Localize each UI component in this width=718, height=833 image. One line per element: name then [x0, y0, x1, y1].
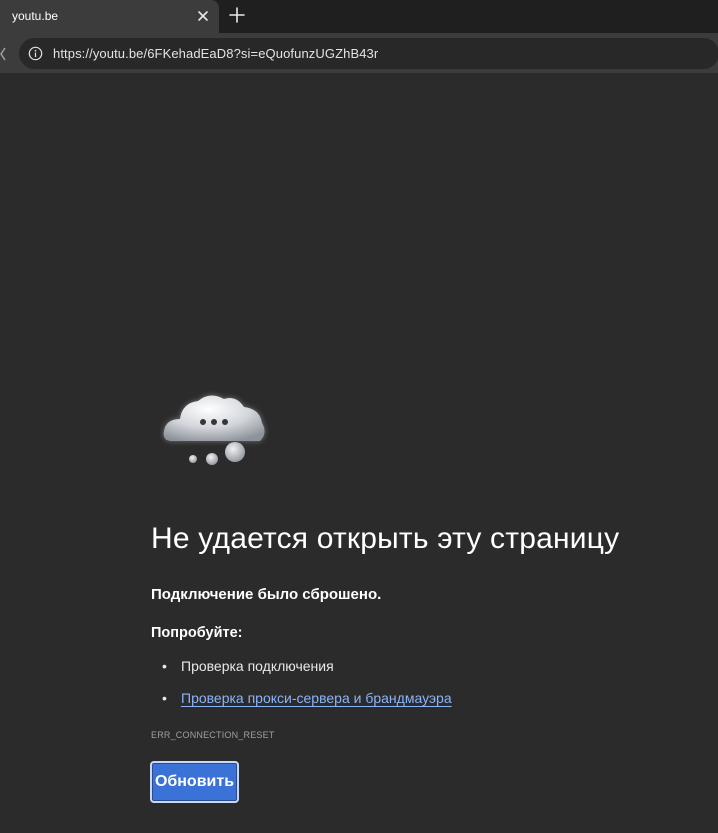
close-icon[interactable]: [196, 9, 210, 23]
error-subtitle: Подключение было сброшено.: [151, 586, 382, 603]
new-tab-plus-icon[interactable]: [227, 5, 247, 25]
suggestion-check-connection: • Проверка подключения: [162, 658, 334, 674]
cloud-thinking-icon: [160, 389, 272, 469]
error-page: Не удается открыть эту страницу Подключе…: [0, 74, 718, 833]
browser-toolbar: https://youtu.be/6FKehadEaD8?si=eQuofunz…: [0, 33, 718, 74]
bullet-icon: •: [162, 690, 167, 706]
suggestion-text: Проверка подключения: [181, 658, 334, 674]
browser-tab[interactable]: youtu.be: [0, 0, 219, 34]
proxy-firewall-link[interactable]: Проверка прокси-сервера и брандмауэра: [181, 690, 452, 706]
back-arrow-icon[interactable]: [0, 47, 6, 61]
reload-button[interactable]: Обновить: [150, 761, 239, 803]
tab-strip: youtu.be: [0, 0, 718, 34]
url-text[interactable]: https://youtu.be/6FKehadEaD8?si=eQuofunz…: [53, 46, 378, 61]
tab-title: youtu.be: [12, 9, 59, 23]
error-code: ERR_CONNECTION_RESET: [151, 730, 275, 740]
error-headline: Не удается открыть эту страницу: [151, 522, 620, 555]
bullet-icon: •: [162, 658, 167, 674]
try-label: Попробуйте:: [151, 625, 243, 641]
suggestion-check-proxy: • Проверка прокси-сервера и брандмауэра: [162, 690, 452, 706]
site-info-icon[interactable]: [28, 46, 43, 61]
address-bar[interactable]: https://youtu.be/6FKehadEaD8?si=eQuofunz…: [19, 38, 718, 69]
